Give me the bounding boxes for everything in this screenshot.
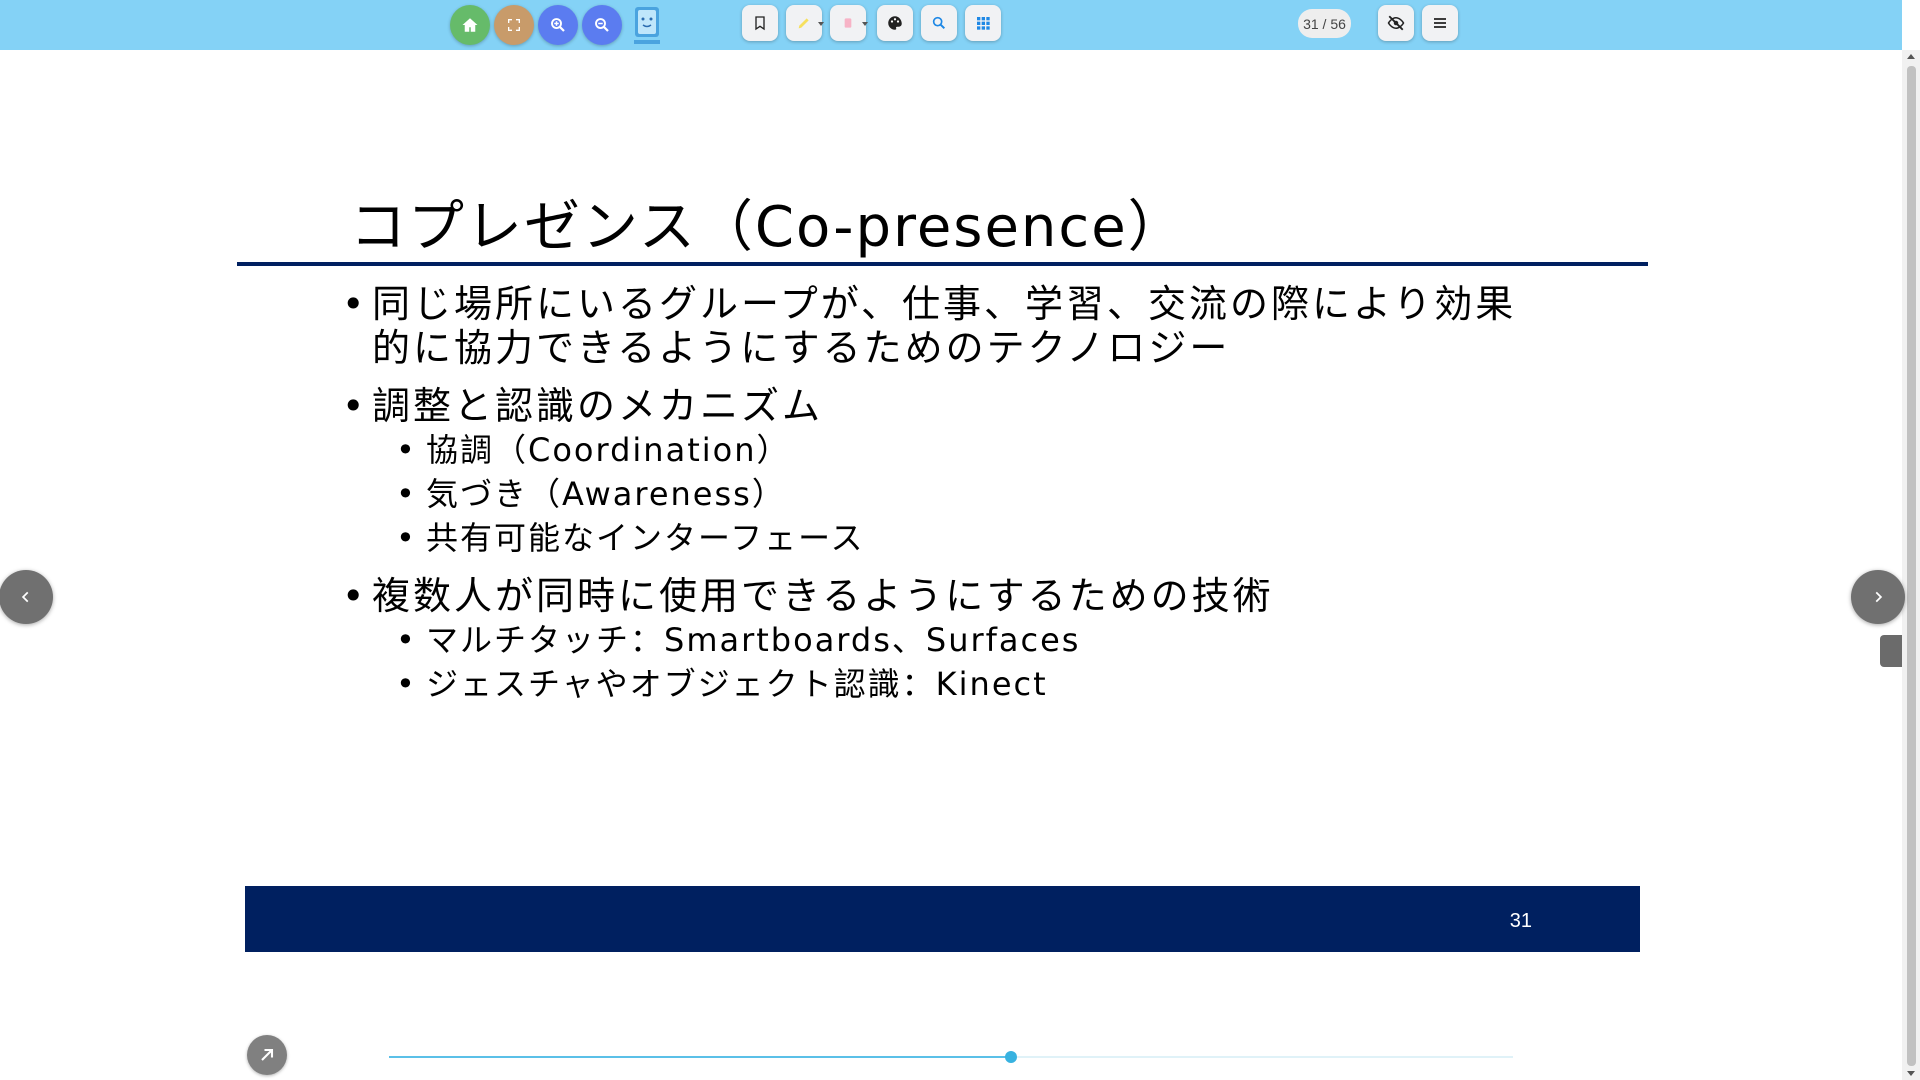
bullet-item: 調整と認識のメカニズム [340, 384, 1540, 428]
eye-off-icon [1387, 15, 1405, 31]
bookmark-button[interactable] [742, 5, 778, 41]
eraser-icon [844, 18, 852, 28]
menu-button[interactable] [1422, 5, 1458, 41]
scroll-up-arrow-icon[interactable] [1907, 54, 1915, 59]
palette-button[interactable] [877, 5, 913, 41]
slide-bullet-list: 同じ場所にいるグループが、仕事、学習、交流の際により効果的に協力できるようにする… [340, 282, 1540, 706]
side-panel-tab[interactable] [1880, 635, 1902, 667]
home-button[interactable] [450, 5, 490, 45]
bullet-item: 同じ場所にいるグループが、仕事、学習、交流の際により効果的に協力できるようにする… [340, 282, 1540, 370]
home-icon [462, 18, 478, 32]
previous-page-button[interactable] [0, 570, 53, 624]
slide-title: コプレゼンス（Co-presence） [350, 195, 1186, 260]
vertical-scrollbar[interactable] [1902, 50, 1920, 1080]
scroll-thumb[interactable] [1907, 66, 1916, 1066]
book-logo-icon [634, 7, 660, 44]
highlighter-button[interactable] [786, 5, 824, 41]
slide-number: 31 [1509, 910, 1532, 932]
fullscreen-icon [508, 19, 520, 31]
sub-bullet-item: ジェスチャやオブジェクト認識：Kinect [340, 662, 1540, 706]
app-logo [630, 3, 664, 47]
sub-bullet-item: 気づき（Awareness） [340, 472, 1540, 516]
bookmark-icon [755, 16, 765, 31]
chevron-right-icon [1875, 591, 1883, 603]
zoom-in-button[interactable] [538, 5, 578, 45]
title-divider [237, 262, 1648, 266]
page-progress-slider[interactable] [389, 1051, 1513, 1063]
search-icon [932, 16, 946, 30]
sub-bullet-item: マルチタッチ：Smartboards、Surfaces [340, 618, 1540, 662]
progress-fill [389, 1056, 1012, 1058]
zoom-out-button[interactable] [582, 5, 622, 45]
chevron-down-icon [862, 22, 868, 26]
search-button[interactable] [921, 5, 957, 41]
highlighter-icon [798, 18, 809, 29]
zoom-out-icon [595, 18, 609, 32]
scroll-down-arrow-icon[interactable] [1907, 1071, 1915, 1076]
fullscreen-button[interactable] [494, 5, 534, 45]
sub-bullet-item: 協調（Coordination） [340, 428, 1540, 472]
eraser-button[interactable] [830, 5, 868, 41]
progress-thumb[interactable] [1005, 1051, 1018, 1063]
sub-bullet-item: 共有可能なインターフェース [340, 516, 1540, 560]
chevron-left-icon [21, 591, 29, 603]
hide-toolbar-button[interactable] [1378, 5, 1414, 41]
page-counter: 31 / 56 [1298, 9, 1351, 38]
zoom-in-icon [551, 18, 565, 32]
next-page-button[interactable] [1851, 570, 1905, 624]
chevron-down-icon [818, 22, 824, 26]
menu-icon [1434, 18, 1446, 28]
thumbnail-grid-button[interactable] [965, 5, 1001, 41]
grid-icon [977, 17, 990, 30]
slide-footer-band: 31 [245, 886, 1640, 952]
arrow-up-right-icon [261, 1048, 274, 1061]
top-toolbar: 31 / 56 [0, 0, 1902, 50]
share-button[interactable] [247, 1035, 287, 1075]
bullet-item: 複数人が同時に使用できるようにするための技術 [340, 574, 1540, 618]
palette-icon [888, 16, 902, 30]
